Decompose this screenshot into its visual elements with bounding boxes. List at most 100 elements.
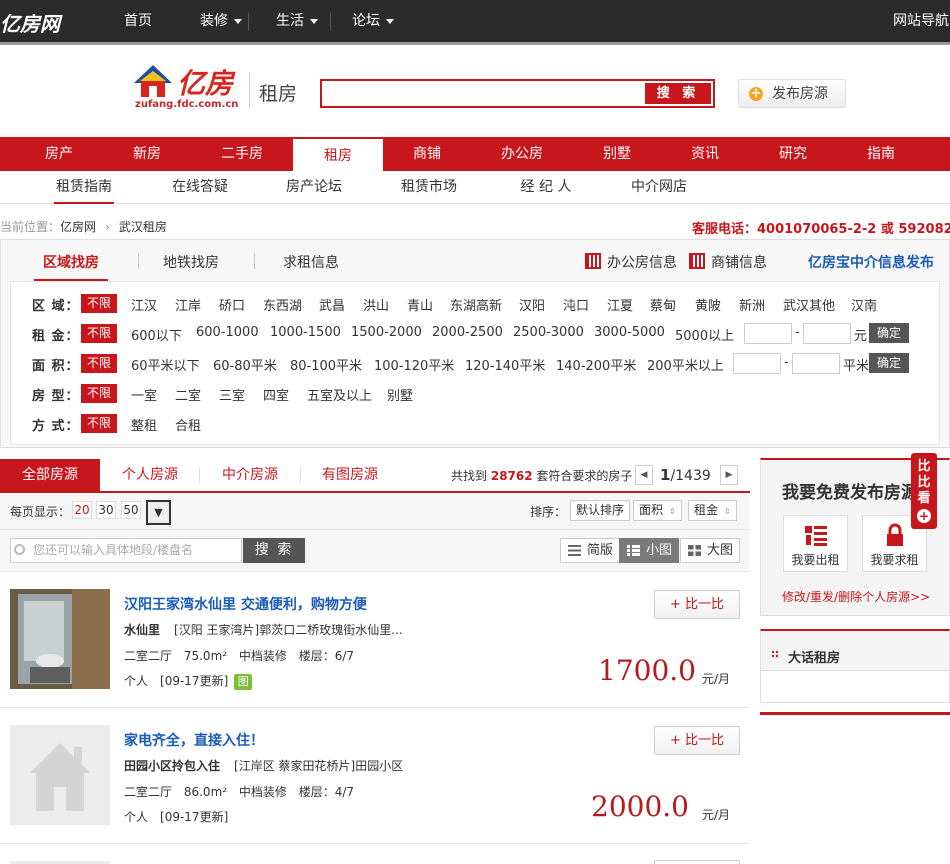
tab-photo-listings[interactable]: 有图房源 (310, 459, 390, 491)
site-navigation-link[interactable]: 网站导航 (893, 0, 949, 42)
main-nav-property[interactable]: 房产 (14, 137, 104, 171)
filter-tab-wanted[interactable]: 求租信息 (283, 252, 339, 272)
compare-button[interactable] (654, 860, 740, 864)
main-nav-offices[interactable]: 办公房 (477, 137, 567, 171)
breadcrumb-home[interactable]: 亿房网 (60, 220, 96, 234)
filter-district-option[interactable]: 汉南 (851, 295, 877, 314)
compare-button[interactable]: + 比一比 (654, 726, 740, 755)
main-nav-research[interactable]: 研究 (748, 137, 838, 171)
prev-page-button[interactable]: ◀ (635, 465, 653, 485)
filter-district-option[interactable]: 蔡甸 (650, 295, 676, 314)
topnav-life[interactable]: 生活 (276, 0, 318, 42)
filter-area-option[interactable]: 100-120平米 (374, 355, 454, 374)
per-page-20[interactable]: 20 (72, 501, 92, 519)
filter-district-option[interactable]: 洪山 (363, 295, 389, 314)
listing-estate[interactable]: 田园小区拎包入住 (124, 759, 220, 773)
filter-district-option[interactable]: 沌口 (563, 295, 589, 314)
listing-estate[interactable]: 水仙里 (124, 623, 160, 637)
shop-info-link[interactable]: 商铺信息 (689, 252, 767, 272)
rent-max-input[interactable] (803, 323, 851, 344)
filter-area-option[interactable]: 60-80平米 (213, 355, 277, 374)
filter-rent-option[interactable]: 600以下 (131, 325, 182, 344)
filter-district-option[interactable]: 武昌 (319, 295, 345, 314)
per-page-50[interactable]: 50 (121, 501, 141, 519)
filter-rooms-option[interactable]: 四室 (263, 385, 289, 404)
sub-nav-qa[interactable]: 在线答疑 (170, 171, 230, 204)
main-nav-resale[interactable]: 二手房 (197, 137, 287, 171)
filter-district-option[interactable]: 江岸 (175, 295, 201, 314)
filter-area-unlimited[interactable]: 不限 (81, 354, 117, 373)
keyword-search-button[interactable]: 搜 索 (243, 538, 305, 563)
area-max-input[interactable] (792, 353, 840, 374)
next-page-button[interactable]: ▶ (720, 465, 738, 485)
manage-listing-link[interactable]: 修改/重发/删除个人房源>> (782, 588, 930, 605)
office-info-link[interactable]: 办公房信息 (585, 252, 677, 272)
keyword-search-input[interactable]: 您还可以输入具体地段/楼盘名 (10, 538, 242, 563)
filter-rent-option[interactable]: 1500-2000 (351, 325, 422, 340)
agent-publish-link[interactable]: 亿房宝中介信息发布 (808, 252, 934, 272)
main-nav-new-homes[interactable]: 新房 (102, 137, 192, 171)
listing-photo[interactable] (10, 589, 110, 689)
filter-rooms-unlimited[interactable]: 不限 (81, 384, 117, 403)
topnav-home[interactable]: 首页 (124, 0, 152, 42)
per-page-30[interactable]: 30 (96, 501, 116, 519)
filter-district-option[interactable]: 硚口 (219, 295, 245, 314)
main-nav-villas[interactable]: 别墅 (572, 137, 662, 171)
filter-tab-subway[interactable]: 地铁找房 (163, 252, 219, 272)
filter-mode-option[interactable]: 整租 (131, 415, 157, 434)
sort-area-button[interactable]: 面积 ⇕ (633, 500, 682, 521)
main-nav-news[interactable]: 资讯 (660, 137, 750, 171)
filter-mode-unlimited[interactable]: 不限 (81, 414, 117, 433)
area-confirm-button[interactable]: 确定 (869, 353, 909, 373)
filter-rooms-option[interactable]: 一室 (131, 385, 157, 404)
main-nav-rental[interactable]: 租房 (293, 137, 383, 172)
filter-area-option[interactable]: 140-200平米 (556, 355, 636, 374)
compare-float-tab[interactable]: 比比看 + (911, 453, 937, 529)
per-page-dropdown[interactable]: ▼ (146, 500, 171, 525)
filter-district-option[interactable]: 东西湖 (263, 295, 302, 314)
view-large-image-button[interactable]: 大图 (680, 538, 741, 563)
main-search-button[interactable]: 搜 索 (645, 83, 711, 104)
filter-rent-unlimited[interactable]: 不限 (81, 324, 117, 343)
filter-mode-option[interactable]: 合租 (175, 415, 201, 434)
filter-rooms-option[interactable]: 五室及以上 (307, 385, 372, 404)
rent-out-button[interactable]: 我要出租 (783, 515, 848, 572)
breadcrumb-current[interactable]: 武汉租房 (119, 220, 167, 234)
rent-confirm-button[interactable]: 确定 (869, 323, 909, 343)
topnav-forum[interactable]: 论坛 (352, 0, 394, 42)
listing-title[interactable]: 汉阳王家湾水仙里 交通便利，购物方便 (124, 594, 367, 614)
listing-title[interactable]: 家电齐全，直接入住！ (124, 730, 264, 750)
publish-listing-button[interactable]: + 发布房源 (738, 79, 846, 108)
tab-agency-listings[interactable]: 中介房源 (210, 459, 290, 491)
rent-min-input[interactable] (744, 323, 792, 344)
sub-nav-forum[interactable]: 房产论坛 (284, 171, 344, 204)
filter-rent-option[interactable]: 5000以上 (675, 325, 734, 344)
filter-rooms-option[interactable]: 三室 (219, 385, 245, 404)
filter-district-option[interactable]: 江夏 (607, 295, 633, 314)
filter-district-option[interactable]: 汉阳 (519, 295, 545, 314)
area-min-input[interactable] (733, 353, 781, 374)
filter-rent-option[interactable]: 1000-1500 (270, 325, 341, 340)
compare-button[interactable]: + 比一比 (654, 590, 740, 619)
filter-area-option[interactable]: 200平米以上 (647, 355, 724, 374)
sub-nav-agents[interactable]: 经 纪 人 (516, 171, 576, 204)
main-nav-shops[interactable]: 商铺 (382, 137, 472, 171)
filter-district-unlimited[interactable]: 不限 (81, 294, 117, 313)
sort-rent-button[interactable]: 租金 ⇕ (688, 500, 737, 521)
filter-district-option[interactable]: 青山 (407, 295, 433, 314)
filter-area-option[interactable]: 80-100平米 (290, 355, 362, 374)
placeholder-house-icon[interactable] (10, 725, 110, 825)
filter-tab-area[interactable]: 区域找房 (43, 252, 99, 272)
filter-rent-option[interactable]: 600-1000 (196, 325, 259, 340)
sub-nav-agency-shops[interactable]: 中介网店 (629, 171, 689, 204)
brand-name[interactable]: 亿房 (177, 62, 233, 102)
sub-nav-market[interactable]: 租赁市场 (399, 171, 459, 204)
view-compact-button[interactable]: 简版 (560, 538, 621, 563)
sub-nav-rental-guide[interactable]: 租赁指南 (54, 171, 114, 204)
tab-all-listings[interactable]: 全部房源 (0, 459, 100, 491)
filter-rent-option[interactable]: 2000-2500 (432, 325, 503, 340)
filter-district-option[interactable]: 江汉 (131, 295, 157, 314)
topnav-decoration[interactable]: 装修 (200, 0, 242, 42)
filter-district-option[interactable]: 新洲 (739, 295, 765, 314)
tab-personal-listings[interactable]: 个人房源 (110, 459, 190, 491)
